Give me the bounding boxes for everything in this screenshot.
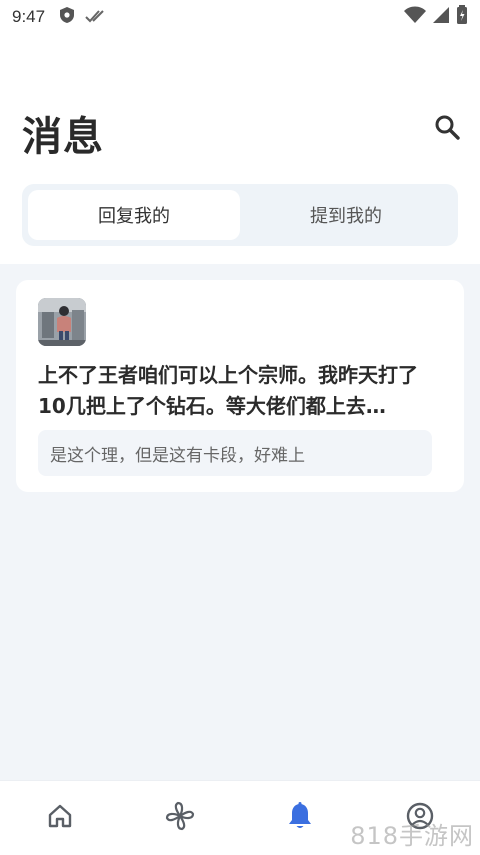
avatar[interactable] <box>38 298 86 346</box>
wifi-icon <box>404 6 426 28</box>
reply-quote-text: 是这个理，但是这有卡段，好难上 <box>50 445 305 466</box>
status-bar: 9:47 <box>0 0 480 34</box>
pinwheel-icon <box>164 800 196 836</box>
search-icon <box>434 114 460 144</box>
search-button[interactable] <box>432 114 462 144</box>
double-check-icon <box>85 8 107 27</box>
tab-replies[interactable]: 回复我的 <box>28 190 240 240</box>
tab-mentions[interactable]: 提到我的 <box>240 190 452 240</box>
message-card[interactable]: 上不了王者咱们可以上个宗师。我昨天打了10几把上了个钻石。等大佬们都上去… 是这… <box>16 280 464 492</box>
nav-notifications[interactable] <box>240 781 360 855</box>
shield-icon <box>59 6 75 28</box>
reply-quote: 是这个理，但是这有卡段，好难上 <box>38 430 432 476</box>
bell-icon <box>286 801 314 835</box>
nav-discover[interactable] <box>120 781 240 855</box>
battery-icon <box>456 5 468 29</box>
watermark: 818手游网 <box>350 822 474 850</box>
signal-icon <box>432 6 450 28</box>
message-tabs: 回复我的 提到我的 <box>22 184 458 246</box>
home-icon <box>46 802 74 834</box>
message-text: 上不了王者咱们可以上个宗师。我昨天打了10几把上了个钻石。等大佬们都上去… <box>38 363 418 418</box>
nav-home[interactable] <box>0 781 120 855</box>
status-time: 9:47 <box>12 7 46 26</box>
message-list: 上不了王者咱们可以上个宗师。我昨天打了10几把上了个钻石。等大佬们都上去… 是这… <box>0 264 480 780</box>
header: 消息 <box>0 100 480 162</box>
page-title: 消息 <box>22 114 104 160</box>
